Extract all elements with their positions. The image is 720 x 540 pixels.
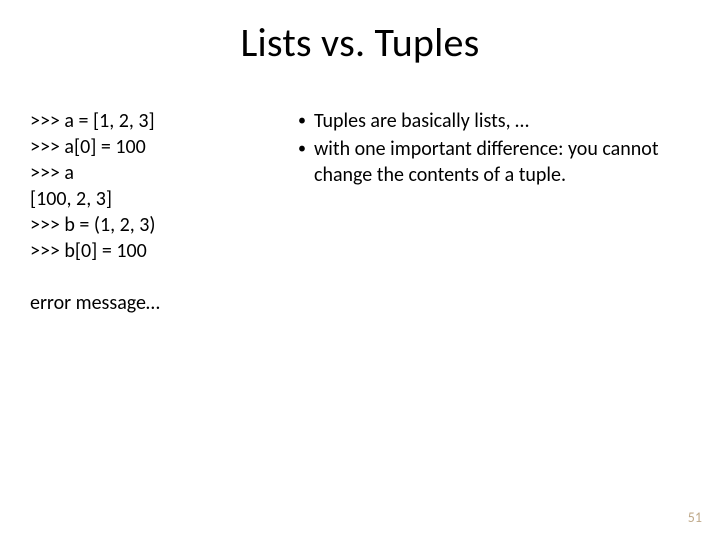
error-line: error message… bbox=[30, 290, 280, 316]
bullet-text: Tuples are basically lists, … bbox=[314, 108, 690, 134]
page-number: 51 bbox=[688, 509, 702, 526]
code-column: >>> a = [1, 2, 3] >>> a[0] = 100 >>> a [… bbox=[30, 108, 280, 316]
code-line: >>> b[0] = 100 bbox=[30, 238, 280, 264]
bullet-marker-icon: • bbox=[290, 108, 314, 134]
bullet-text: with one important difference: you canno… bbox=[314, 136, 690, 188]
code-line: >>> a bbox=[30, 160, 280, 186]
code-line: >>> a = [1, 2, 3] bbox=[30, 108, 280, 134]
slide-title: Lists vs. Tuples bbox=[0, 18, 720, 67]
code-line: >>> a[0] = 100 bbox=[30, 134, 280, 160]
code-line: [100, 2, 3] bbox=[30, 186, 280, 212]
slide: Lists vs. Tuples >>> a = [1, 2, 3] >>> a… bbox=[0, 0, 720, 540]
code-line: >>> b = (1, 2, 3) bbox=[30, 212, 280, 238]
slide-body: >>> a = [1, 2, 3] >>> a[0] = 100 >>> a [… bbox=[30, 108, 690, 316]
bullet-item: • with one important difference: you can… bbox=[290, 136, 690, 188]
bullet-column: • Tuples are basically lists, … • with o… bbox=[280, 108, 690, 316]
bullet-item: • Tuples are basically lists, … bbox=[290, 108, 690, 134]
spacer bbox=[30, 264, 280, 290]
bullet-marker-icon: • bbox=[290, 136, 314, 162]
